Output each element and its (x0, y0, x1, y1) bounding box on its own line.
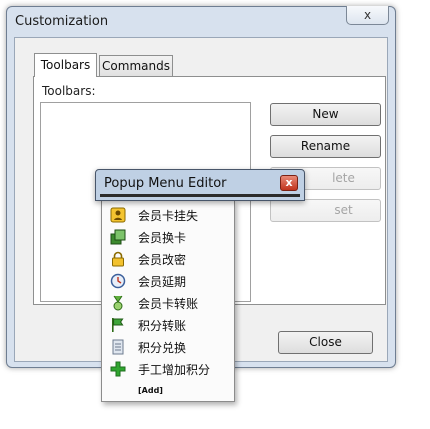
padlock-icon (112, 251, 124, 267)
menu-item-member-card-lost[interactable]: 会员卡挂失 (108, 205, 232, 225)
add-menu-item[interactable]: [Add] (138, 386, 163, 395)
menu-item-label: 手工增加积分 (138, 363, 211, 377)
member-card-lost-icon (110, 207, 126, 223)
menu-item-member-card-swap[interactable]: 会员换卡 (108, 227, 232, 247)
menu-item-member-extend[interactable]: 会员延期 (108, 271, 232, 291)
dialog-title: Customization (15, 14, 109, 29)
member-card-swap-icon (110, 229, 126, 245)
tab-toolbars[interactable]: Toolbars (34, 53, 97, 77)
menu-item-label: 会员延期 (138, 275, 187, 289)
menu-item-member-password[interactable]: 会员改密 (108, 249, 232, 269)
menu-item-label: 会员改密 (138, 253, 187, 267)
ribbon-medal-icon (113, 295, 123, 311)
document-icon (112, 339, 124, 355)
new-button[interactable]: New (270, 103, 381, 126)
flag-icon (112, 318, 124, 332)
menu-item-label: 会员卡挂失 (138, 209, 199, 223)
plus-icon (110, 361, 126, 377)
popup-editor-title: Popup Menu Editor (104, 176, 227, 191)
dialog-close-button[interactable]: x (346, 6, 389, 25)
menu-item-label: 积分转账 (138, 319, 187, 333)
menu-item-points-redeem[interactable]: 积分兑换 (108, 337, 232, 357)
clock-icon (110, 273, 126, 289)
popup-menu: 会员卡挂失 会员换卡 会员改密 会员延期 会员卡转账 积分转账 积分兑换 手工增… (101, 200, 235, 402)
close-button[interactable]: Close (278, 331, 373, 354)
menu-item-member-card-transfer[interactable]: 会员卡转账 (108, 293, 232, 313)
popup-menu-editor-titlebar[interactable]: Popup Menu Editor x (95, 169, 305, 201)
tab-commands[interactable]: Commands (99, 55, 173, 77)
menu-item-add-points-manually[interactable]: 手工增加积分 (108, 359, 232, 379)
popup-close-button[interactable]: x (280, 175, 298, 191)
rename-button[interactable]: Rename (270, 135, 381, 158)
menu-item-label: 会员换卡 (138, 231, 187, 245)
menu-item-points-transfer[interactable]: 积分转账 (108, 315, 232, 335)
popup-menu-bar (100, 194, 300, 197)
reset-button[interactable]: set (270, 199, 381, 222)
toolbars-label: Toolbars: (42, 84, 96, 98)
menu-item-label: 会员卡转账 (138, 297, 199, 311)
menu-item-label: 积分兑换 (138, 341, 187, 355)
